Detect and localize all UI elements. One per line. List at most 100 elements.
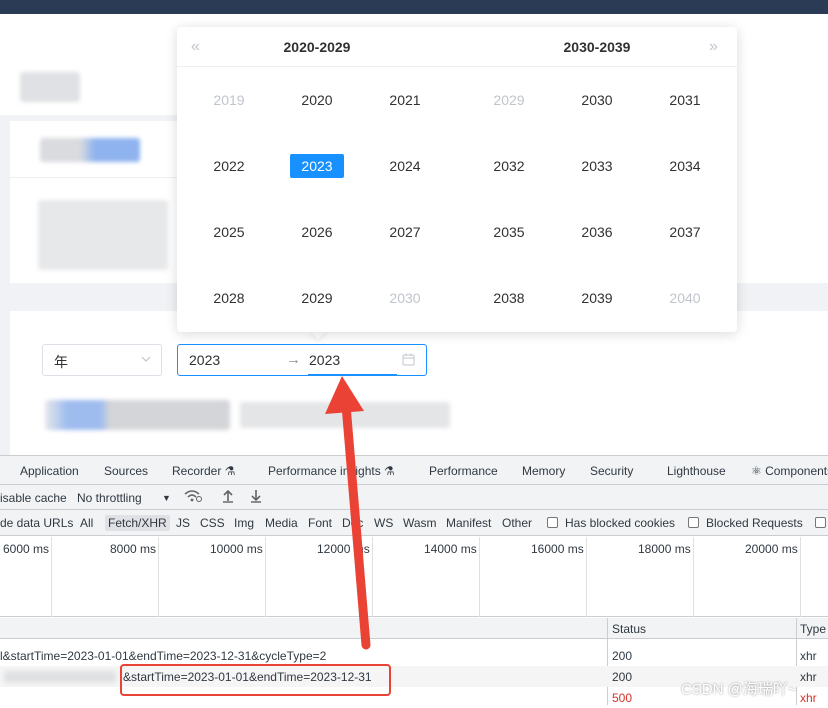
year-label: 2037 <box>669 224 701 240</box>
filter-manifest[interactable]: Manifest <box>446 516 491 530</box>
request-type-filter-bar: de data URLs All Fetch/XHR JS CSS Img Me… <box>0 510 828 536</box>
year-cell[interactable]: 2035 <box>465 199 553 265</box>
year-label: 2031 <box>669 92 701 108</box>
year-cell[interactable]: 2033 <box>553 133 641 199</box>
tab-recorder[interactable]: Recorder ⚗ <box>172 464 235 478</box>
year-cell[interactable]: 2024 <box>361 133 449 199</box>
filter-media[interactable]: Media <box>265 516 298 530</box>
tab-components[interactable]: ⚛ Components <box>751 464 828 478</box>
request-row[interactable]: l&startTime=2023-01-01&endTime=2023-12-3… <box>0 645 828 666</box>
blocked-requests-checkbox[interactable] <box>688 517 699 528</box>
year-label: 2038 <box>493 290 525 306</box>
redacted-block <box>45 400 230 430</box>
filter-css[interactable]: CSS <box>200 516 225 530</box>
watermark: CSDN @海瑞吖~ <box>681 681 797 698</box>
filter-ws[interactable]: WS <box>374 516 393 530</box>
tab-performance-insights[interactable]: Performance insights ⚗ <box>268 464 395 478</box>
blocked-cookies-label: Has blocked cookies <box>565 516 676 530</box>
year-label: 2032 <box>493 158 525 174</box>
divider <box>10 177 177 178</box>
year-cell[interactable]: 2032 <box>465 133 553 199</box>
download-icon[interactable] <box>250 489 262 506</box>
year-cell[interactable]: 2027 <box>361 199 449 265</box>
year-label: 2024 <box>389 158 421 174</box>
year-cell[interactable]: 2023 <box>273 133 361 199</box>
timeline-tick: 12000 ms <box>317 542 370 556</box>
year-label: 2029 <box>301 290 333 306</box>
status-column-header[interactable]: Status <box>612 622 646 636</box>
year-cell[interactable]: 2022 <box>185 133 273 199</box>
year-cell[interactable]: 2025 <box>185 199 273 265</box>
redacted-block <box>240 402 450 428</box>
year-label: 2030 <box>581 92 613 108</box>
year-cell[interactable]: 2039 <box>553 265 641 331</box>
period-type-select[interactable]: 年 <box>42 344 162 376</box>
period-type-value: 年 <box>54 354 68 370</box>
year-cell[interactable]: 2040 <box>641 265 729 331</box>
filter-other[interactable]: Other <box>502 516 532 530</box>
filter-img[interactable]: Img <box>234 516 254 530</box>
year-cell[interactable]: 2031 <box>641 67 729 133</box>
tab-lighthouse[interactable]: Lighthouse <box>667 464 726 478</box>
calendar-icon[interactable] <box>402 353 415 366</box>
year-cell[interactable]: 2037 <box>641 199 729 265</box>
year-range-input[interactable]: 2023 → 2023 <box>177 344 427 376</box>
tab-sources[interactable]: Sources <box>104 464 148 478</box>
filter-font[interactable]: Font <box>308 516 332 530</box>
timeline-gridline <box>372 537 373 617</box>
year-cell[interactable]: 2026 <box>273 199 361 265</box>
tab-performance[interactable]: Performance <box>429 464 498 478</box>
timeline-tick: 18000 ms <box>638 542 691 556</box>
request-status: 500 <box>612 691 633 705</box>
type-column-header[interactable]: Type <box>800 622 826 636</box>
request-status: 200 <box>612 670 633 684</box>
year-cell[interactable]: 2038 <box>465 265 553 331</box>
request-type: xhr <box>800 649 817 663</box>
blocked-cookies-checkbox[interactable] <box>547 517 558 528</box>
year-cell[interactable]: 2029 <box>273 265 361 331</box>
picker-right-panel: 2030-2039 » 2029 2030 2031 2032 2033 2034 2035… <box>457 27 737 332</box>
timeline-gridline <box>158 537 159 617</box>
year-cell[interactable]: 2034 <box>641 133 729 199</box>
page-margin <box>0 311 10 456</box>
filter-js[interactable]: JS <box>176 516 190 530</box>
timeline-gridline <box>479 537 480 617</box>
filter-all[interactable]: All <box>80 516 93 530</box>
third-party-checkbox[interactable] <box>815 517 826 528</box>
year-cell[interactable]: 2036 <box>553 199 641 265</box>
left-decade-title: 2020-2029 <box>283 39 351 55</box>
tab-memory[interactable]: Memory <box>522 464 565 478</box>
page-background <box>0 115 177 121</box>
network-conditions-icon[interactable] <box>184 489 202 506</box>
filter-fetch-xhr[interactable]: Fetch/XHR <box>105 515 170 531</box>
right-year-grid: 2029 2030 2031 2032 2033 2034 2035 2036 2037 2038… <box>465 67 729 331</box>
filter-doc[interactable]: Doc <box>342 516 363 530</box>
year-cell[interactable]: 2030 <box>553 67 641 133</box>
upload-icon[interactable] <box>222 489 234 506</box>
year-cell[interactable]: 2020 <box>273 67 361 133</box>
redacted-block <box>40 138 140 162</box>
year-cell[interactable]: 2019 <box>185 67 273 133</box>
active-input-underline <box>308 374 397 376</box>
year-cell[interactable]: 2030 <box>361 265 449 331</box>
timeline-gridline <box>265 537 266 617</box>
filter-wasm[interactable]: Wasm <box>403 516 437 530</box>
hide-data-urls-filter[interactable]: de data URLs <box>0 516 73 530</box>
right-decade-title: 2030-2039 <box>563 39 631 55</box>
year-cell[interactable]: 2021 <box>361 67 449 133</box>
year-label: 2029 <box>493 92 525 108</box>
tab-security[interactable]: Security <box>590 464 633 478</box>
tab-application[interactable]: Application <box>20 464 79 478</box>
throttling-select[interactable]: No throttling <box>77 491 142 505</box>
next-decade-button[interactable]: » <box>709 38 718 56</box>
range-start-input[interactable]: 2023 <box>189 352 220 368</box>
year-cell[interactable]: 2028 <box>185 265 273 331</box>
range-end-input[interactable]: 2023 <box>309 352 340 368</box>
year-label: 2020 <box>301 92 333 108</box>
chevron-down-icon <box>140 353 152 368</box>
disable-cache-label[interactable]: isable cache <box>0 491 67 505</box>
year-label: 2026 <box>301 224 333 240</box>
year-cell[interactable]: 2029 <box>465 67 553 133</box>
page-margin <box>0 121 10 283</box>
timeline-gridline <box>693 537 694 617</box>
